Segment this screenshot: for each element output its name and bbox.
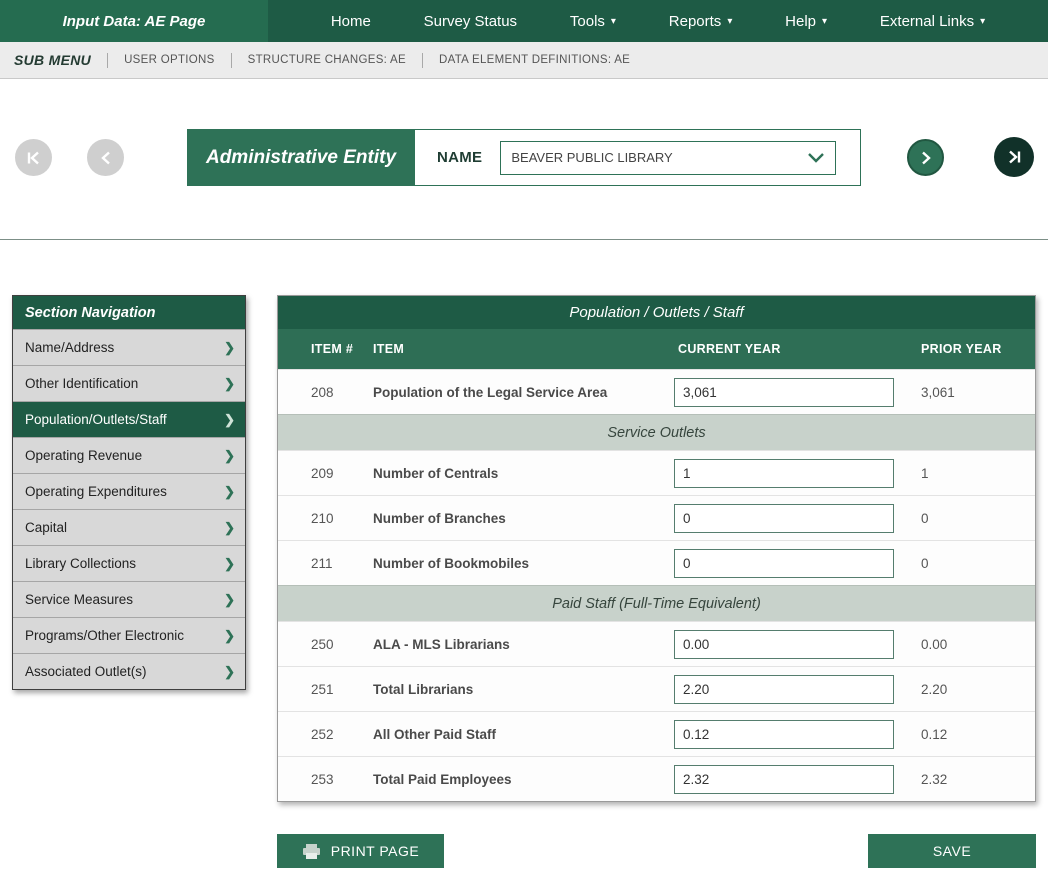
prior-year-value: 0	[919, 556, 1035, 571]
nav-survey-status[interactable]: Survey Status	[424, 13, 517, 30]
skip-first-icon	[25, 150, 42, 166]
chevron-right-icon: ❯	[224, 628, 235, 644]
current-year-input-210[interactable]	[674, 504, 894, 533]
table-column-headers: ITEM # ITEM CURRENT YEAR PRIOR YEAR	[278, 329, 1035, 369]
sidebar-item-library-collections[interactable]: Library Collections❯	[13, 545, 245, 581]
col-item: ITEM	[371, 342, 674, 356]
current-year-input-209[interactable]	[674, 459, 894, 488]
sidebar-item-associated-outlets[interactable]: Associated Outlet(s)❯	[13, 653, 245, 689]
nav-tools[interactable]: Tools▾	[570, 13, 616, 30]
table-row: 209 Number of Centrals 1	[278, 450, 1035, 495]
submenu-structure-changes[interactable]: STRUCTURE CHANGES: AE	[248, 54, 406, 66]
last-record-button[interactable]	[994, 137, 1034, 177]
submenu-user-options[interactable]: USER OPTIONS	[124, 54, 215, 66]
caret-down-icon: ▾	[727, 17, 732, 27]
chevron-right-icon	[919, 150, 933, 166]
entity-name-select[interactable]: BEAVER PUBLIC LIBRARY	[500, 141, 836, 175]
chevron-right-icon: ❯	[224, 592, 235, 608]
table-row: 251 Total Librarians 2.20	[278, 666, 1035, 711]
sidebar-item-population-outlets-staff[interactable]: Population/Outlets/Staff❯	[13, 401, 245, 437]
current-year-input-251[interactable]	[674, 675, 894, 704]
chevron-left-icon	[99, 150, 113, 166]
active-page-tab[interactable]: Input Data: AE Page	[0, 0, 268, 42]
sidebar-item-capital[interactable]: Capital❯	[13, 509, 245, 545]
nav-items: Home Survey Status Tools▾ Reports▾ Help▾…	[268, 0, 1048, 42]
caret-down-icon: ▾	[980, 17, 985, 27]
current-year-input-253[interactable]	[674, 765, 894, 794]
table-row: 211 Number of Bookmobiles 0	[278, 540, 1035, 585]
skip-last-icon	[1006, 149, 1023, 165]
current-year-input-211[interactable]	[674, 549, 894, 578]
prior-year-value: 2.32	[919, 772, 1035, 787]
caret-down-icon: ▾	[611, 17, 616, 27]
table-title: Population / Outlets / Staff	[278, 296, 1035, 329]
entity-header: Administrative Entity NAME BEAVER PUBLIC…	[187, 129, 861, 186]
nav-reports[interactable]: Reports▾	[669, 13, 733, 30]
table-row: 253 Total Paid Employees 2.32	[278, 756, 1035, 801]
table-row: 208 Population of the Legal Service Area…	[278, 369, 1035, 414]
current-year-input-252[interactable]	[674, 720, 894, 749]
table-row: 250 ALA - MLS Librarians 0.00	[278, 621, 1035, 666]
chevron-right-icon: ❯	[224, 484, 235, 500]
sidebar-item-programs-other-electronic[interactable]: Programs/Other Electronic❯	[13, 617, 245, 653]
save-button[interactable]: SAVE	[868, 834, 1036, 868]
sidebar-item-service-measures[interactable]: Service Measures❯	[13, 581, 245, 617]
sidebar-item-name-address[interactable]: Name/Address❯	[13, 329, 245, 365]
first-record-button[interactable]	[15, 139, 52, 176]
chevron-right-icon: ❯	[224, 376, 235, 392]
sidebar-item-operating-revenue[interactable]: Operating Revenue❯	[13, 437, 245, 473]
table-area: Population / Outlets / Staff ITEM # ITEM…	[277, 295, 1036, 868]
divider	[231, 53, 232, 68]
submenu-title: SUB MENU	[14, 52, 91, 68]
prior-year-value: 2.20	[919, 682, 1035, 697]
main-content: Section Navigation Name/Address❯ Other I…	[12, 295, 1036, 868]
prior-year-value: 0.12	[919, 727, 1035, 742]
current-year-input-208[interactable]	[674, 378, 894, 407]
print-page-button[interactable]: PRINT PAGE	[277, 834, 444, 868]
table-row: 252 All Other Paid Staff 0.12	[278, 711, 1035, 756]
prior-year-value: 3,061	[919, 385, 1035, 400]
record-navigation-bar: Administrative Entity NAME BEAVER PUBLIC…	[0, 79, 1048, 240]
current-year-input-250[interactable]	[674, 630, 894, 659]
chevron-right-icon: ❯	[224, 556, 235, 572]
chevron-right-icon: ❯	[224, 664, 235, 680]
top-navigation: Input Data: AE Page Home Survey Status T…	[0, 0, 1048, 42]
sidebar-item-operating-expenditures[interactable]: Operating Expenditures❯	[13, 473, 245, 509]
nav-help[interactable]: Help▾	[785, 13, 827, 30]
table-section-row: Paid Staff (Full-Time Equivalent)	[278, 585, 1035, 621]
prior-year-value: 1	[919, 466, 1035, 481]
divider	[422, 53, 423, 68]
table-section-row: Service Outlets	[278, 414, 1035, 450]
entity-type-title: Administrative Entity	[187, 129, 415, 186]
name-label: NAME	[437, 149, 482, 166]
submenu-data-element-definitions[interactable]: DATA ELEMENT DEFINITIONS: AE	[439, 54, 630, 66]
chevron-down-icon	[807, 152, 825, 163]
next-record-button[interactable]	[907, 139, 944, 176]
nav-external-links[interactable]: External Links▾	[880, 13, 985, 30]
population-outlets-staff-table: Population / Outlets / Staff ITEM # ITEM…	[277, 295, 1036, 802]
sub-menu-bar: SUB MENU USER OPTIONS STRUCTURE CHANGES:…	[0, 42, 1048, 79]
chevron-right-icon: ❯	[224, 520, 235, 536]
col-prior-year: PRIOR YEAR	[919, 342, 1035, 356]
col-current-year: CURRENT YEAR	[674, 342, 919, 356]
col-item-number: ITEM #	[311, 342, 371, 356]
nav-home[interactable]: Home	[331, 13, 371, 30]
previous-record-button[interactable]	[87, 139, 124, 176]
prior-year-value: 0.00	[919, 637, 1035, 652]
chevron-right-icon: ❯	[224, 412, 235, 428]
caret-down-icon: ▾	[822, 17, 827, 27]
chevron-right-icon: ❯	[224, 448, 235, 464]
chevron-right-icon: ❯	[224, 340, 235, 356]
prior-year-value: 0	[919, 511, 1035, 526]
entity-name-area: NAME BEAVER PUBLIC LIBRARY	[415, 130, 860, 185]
section-navigation: Section Navigation Name/Address❯ Other I…	[12, 295, 246, 690]
sidebar-item-other-identification[interactable]: Other Identification❯	[13, 365, 245, 401]
action-buttons: PRINT PAGE SAVE	[277, 834, 1036, 868]
printer-icon	[302, 843, 321, 860]
selected-entity-name: BEAVER PUBLIC LIBRARY	[511, 150, 672, 165]
divider	[107, 53, 108, 68]
section-navigation-title: Section Navigation	[13, 296, 245, 329]
table-row: 210 Number of Branches 0	[278, 495, 1035, 540]
